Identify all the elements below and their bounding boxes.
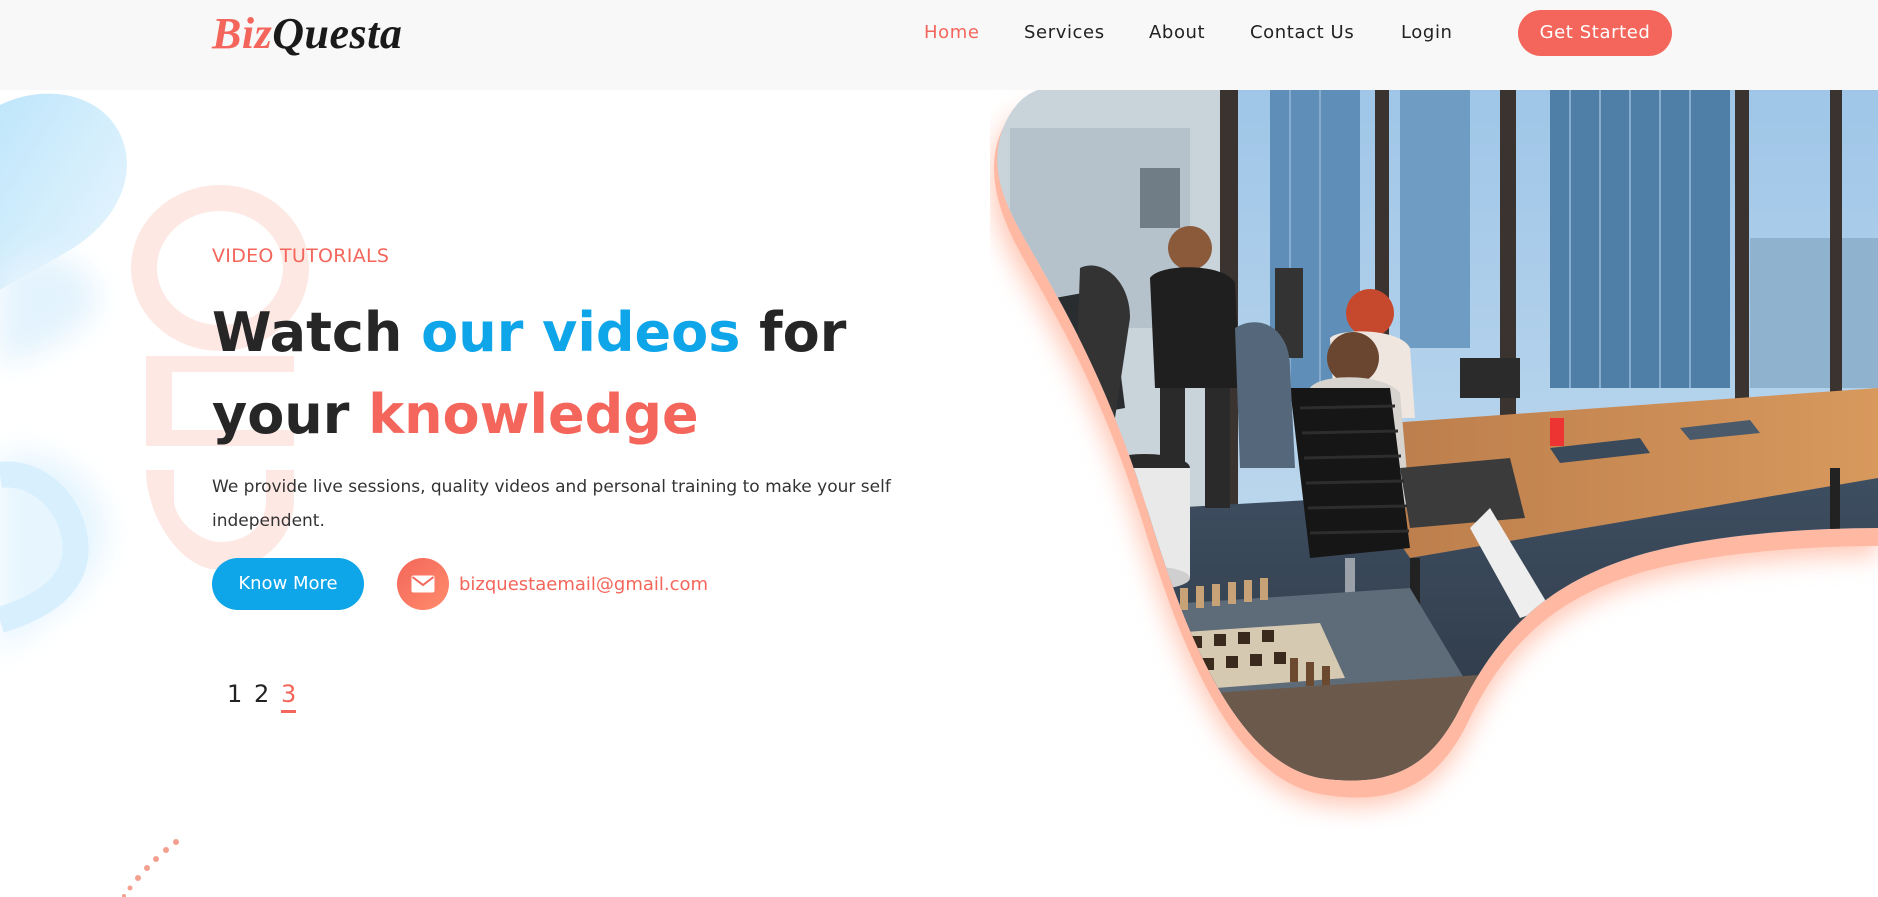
headline-part-1: Watch — [212, 301, 422, 364]
hero-image-blob — [991, 88, 1878, 807]
slide-dot-3[interactable]: 3 — [281, 678, 297, 713]
know-more-button[interactable]: Know More — [212, 558, 364, 610]
headline-part-4: your — [212, 383, 369, 446]
brand-part-1: Biz — [212, 9, 273, 58]
get-started-button[interactable]: Get Started — [1518, 10, 1672, 56]
nav-login[interactable]: Login — [1401, 20, 1453, 46]
hero-headline: Watch our videos for your knowledge — [212, 292, 912, 456]
headline-highlight-blue: our videos — [421, 301, 741, 364]
nav-services[interactable]: Services — [1024, 20, 1105, 46]
brand-logo[interactable]: BizQuesta — [212, 8, 402, 60]
navbar: BizQuesta Home Services About Contact Us… — [0, 0, 1878, 90]
nav-contact-us[interactable]: Contact Us — [1250, 20, 1354, 46]
dotted-trail — [122, 839, 179, 897]
nav-home[interactable]: Home — [924, 20, 980, 46]
envelope-icon — [411, 575, 435, 593]
hero-description: We provide live sessions, quality videos… — [212, 477, 891, 531]
headline-highlight-coral: knowledge — [368, 383, 699, 446]
email-link[interactable]: bizquestaemail@gmail.com — [459, 572, 708, 598]
headline-part-3: for — [740, 301, 847, 364]
slide-dot-1[interactable]: 1 — [227, 678, 242, 710]
slide-dot-2[interactable]: 2 — [254, 678, 269, 710]
nav-about[interactable]: About — [1149, 20, 1205, 46]
brand-part-2: Questa — [272, 9, 403, 58]
blue-blob-glow — [0, 256, 97, 365]
email-button[interactable] — [397, 558, 449, 610]
hero-eyebrow: VIDEO TUTORIALS — [212, 245, 390, 267]
